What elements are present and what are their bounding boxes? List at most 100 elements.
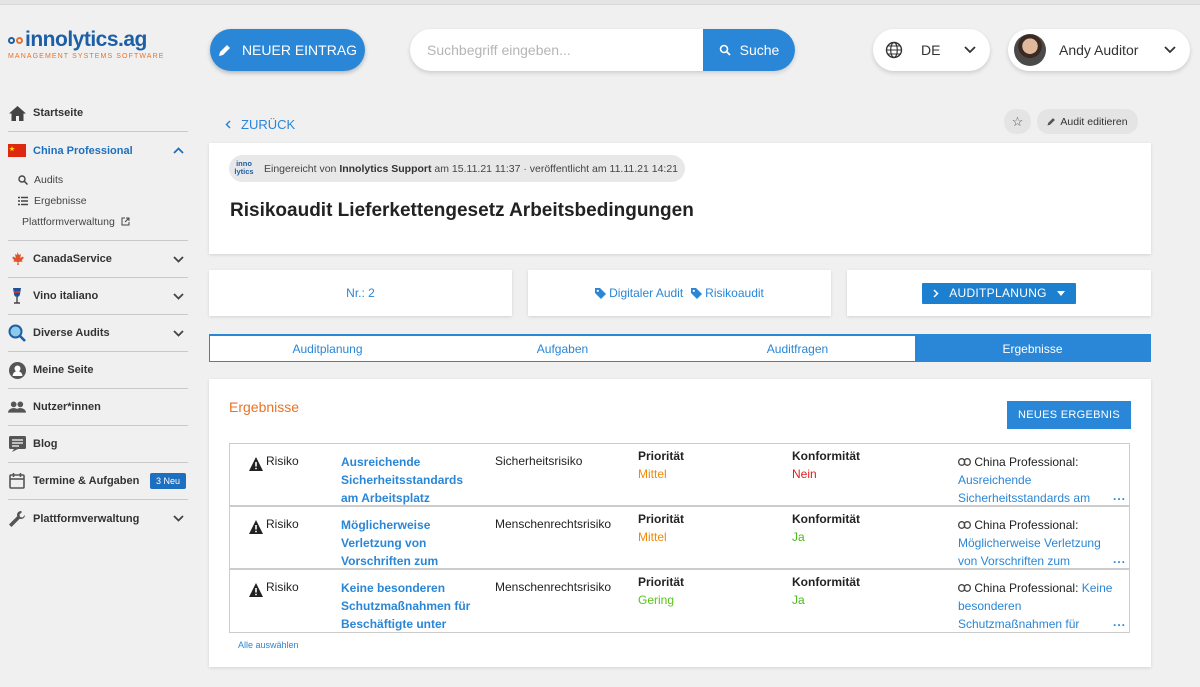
edit-audit-label: Audit editieren (1060, 115, 1128, 128)
result-type: Risiko (266, 580, 299, 594)
sidebar-item-canadaservice[interactable]: CanadaService (8, 241, 188, 278)
edit-audit-button[interactable]: Audit editieren (1037, 109, 1138, 134)
link-prefix: China Professional: (974, 518, 1079, 532)
conformity-label: Konformität (792, 512, 860, 526)
chevron-right-icon (933, 288, 939, 298)
sidebar-subitem-label: Plattformverwaltung (22, 215, 115, 228)
audit-number: Nr.: 2 (346, 286, 375, 300)
audit-status-dropdown[interactable]: AUDITPLANUNG (922, 282, 1076, 304)
sidebar-item-diverse-audits[interactable]: Diverse Audits (8, 315, 188, 352)
table-row[interactable]: Risiko Keine besonderen Schutzmaßnahmen f… (230, 570, 1129, 632)
more-icon[interactable]: ... (1113, 489, 1126, 503)
language-select[interactable]: DE (873, 29, 990, 71)
result-conformity: Konformität Nein (792, 447, 860, 483)
linked-item[interactable]: Ausreichende Sicherheitsstandards am (958, 473, 1090, 505)
sidebar-subitem-ergebnisse[interactable]: Ergebnisse (18, 190, 188, 211)
link-icon (958, 518, 971, 532)
favorite-button[interactable]: ☆ (1004, 109, 1031, 134)
sidebar-item-startseite[interactable]: Startseite (8, 95, 188, 132)
select-all-link[interactable]: Alle auswählen (238, 640, 299, 650)
sidebar-item-label: Meine Seite (33, 364, 94, 376)
conformity-label: Konformität (792, 575, 860, 589)
magnifier-icon (8, 324, 26, 342)
search-button[interactable]: Suche (703, 29, 795, 71)
sidebar-subitem-label: Audits (34, 173, 64, 186)
result-conformity: Konformität Ja (792, 573, 860, 609)
notification-badge: 3 Neu (149, 473, 186, 489)
submission-info: inno lytics Eingereicht von Innolytics Su… (229, 155, 685, 182)
chevron-up-icon (173, 147, 184, 154)
submitted-prefix: Eingereicht von (264, 162, 337, 175)
sidebar-subitem-audits[interactable]: Audits (18, 169, 188, 190)
tag-icon (691, 287, 703, 299)
list-icon (18, 196, 28, 205)
chevron-down-icon (173, 292, 184, 300)
link-prefix: China Professional: (974, 581, 1079, 595)
audit-tabs: Auditplanung Aufgaben Auditfragen Ergebn… (209, 334, 1151, 362)
sidebar-item-china-professional[interactable]: China Professional (8, 132, 188, 169)
result-priority: Priorität Mittel (638, 510, 684, 546)
tag-digitaler-audit[interactable]: Digitaler Audit (595, 286, 683, 300)
new-result-button[interactable]: NEUES ERGEBNIS (1007, 401, 1131, 429)
tab-aufgaben[interactable]: Aufgaben (445, 336, 680, 361)
back-label: ZURÜCK (241, 117, 296, 132)
linked-item[interactable]: Möglicherweise Verletzung von Vorschrift… (958, 536, 1101, 568)
chevron-down-icon (173, 255, 184, 263)
sidebar-item-plattformverwaltung[interactable]: Plattformverwaltung (8, 500, 188, 537)
result-type: Risiko (266, 517, 299, 531)
sidebar-item-label: CanadaService (33, 253, 112, 265)
search-input[interactable] (410, 29, 703, 71)
china-flag-icon (8, 142, 26, 160)
tab-ergebnisse[interactable]: Ergebnisse (915, 336, 1150, 361)
table-row[interactable]: Risiko Ausreichende Sicherheitsstandards … (230, 444, 1129, 507)
tab-auditplanung[interactable]: Auditplanung (210, 336, 445, 361)
avatar (1014, 34, 1046, 66)
brand-name: innolytics.ag (25, 28, 147, 51)
sidebar-item-meine-seite[interactable]: Meine Seite (8, 352, 188, 389)
user-name: Andy Auditor (1059, 42, 1139, 58)
conformity-value: Ja (792, 530, 805, 544)
warning-icon (249, 520, 263, 534)
brand-logo[interactable]: innolytics.ag MANAGEMENT SYSTEMS SOFTWAR… (8, 28, 165, 60)
result-link: China Professional: Ausreichende Sicherh… (958, 453, 1118, 507)
sidebar-subitem-plattformverwaltung[interactable]: Plattformverwaltung (18, 211, 188, 232)
sidebar-item-label: Startseite (33, 107, 84, 119)
tag-label: Digitaler Audit (609, 286, 684, 300)
search-icon (18, 174, 28, 185)
wrench-icon (8, 510, 26, 528)
result-category: Menschenrechtsrisiko (495, 517, 612, 531)
sidebar-item-vino-italiano[interactable]: Vino italiano (8, 278, 188, 315)
search-button-label: Suche (739, 42, 780, 58)
chevron-down-icon (1164, 46, 1176, 54)
more-icon[interactable]: ... (1113, 615, 1126, 629)
result-link: China Professional: Keine besonderen Sch… (958, 579, 1118, 633)
chevron-down-icon (964, 46, 976, 54)
tab-auditfragen[interactable]: Auditfragen (680, 336, 915, 361)
table-row[interactable]: Risiko Möglicherweise Verletzung von Vors… (230, 507, 1129, 570)
result-title-link[interactable]: Keine besonderen Schutzmaßnahmen für Bes… (341, 579, 481, 633)
result-title-link[interactable]: Möglicherweise Verletzung von Vorschrift… (341, 516, 481, 570)
sidebar-item-label: Diverse Audits (33, 327, 110, 339)
result-category: Sicherheitsrisiko (495, 454, 583, 468)
link-prefix: China Professional: (974, 455, 1079, 469)
result-title-link[interactable]: Ausreichende Sicherheitsstandards am Arb… (341, 453, 481, 507)
more-icon[interactable]: ... (1113, 552, 1126, 566)
user-menu[interactable]: Andy Auditor (1008, 29, 1190, 71)
new-entry-button[interactable]: NEUER EINTRAG (210, 29, 365, 71)
search-bar: Suche (410, 29, 795, 71)
tag-risikoaudit[interactable]: Risikoaudit (691, 286, 764, 300)
chevron-down-icon (173, 515, 184, 522)
star-icon: ☆ (1011, 113, 1024, 129)
pencil-icon (218, 45, 230, 56)
back-link[interactable]: ZURÜCK (225, 117, 295, 132)
tag-icon (595, 287, 607, 299)
sidebar-item-nutzer-innen[interactable]: Nutzer*innen (8, 389, 188, 426)
home-icon (8, 104, 26, 122)
sidebar-item-blog[interactable]: Blog (8, 426, 188, 463)
priority-value: Mittel (638, 467, 667, 481)
language-value: DE (921, 42, 941, 58)
result-conformity: Konformität Ja (792, 510, 860, 546)
sidebar-item-termine-aufgaben[interactable]: Termine & Aufgaben 3 Neu (8, 463, 188, 500)
conformity-value: Nein (792, 467, 817, 481)
innolytics-logo-icon (8, 36, 23, 44)
